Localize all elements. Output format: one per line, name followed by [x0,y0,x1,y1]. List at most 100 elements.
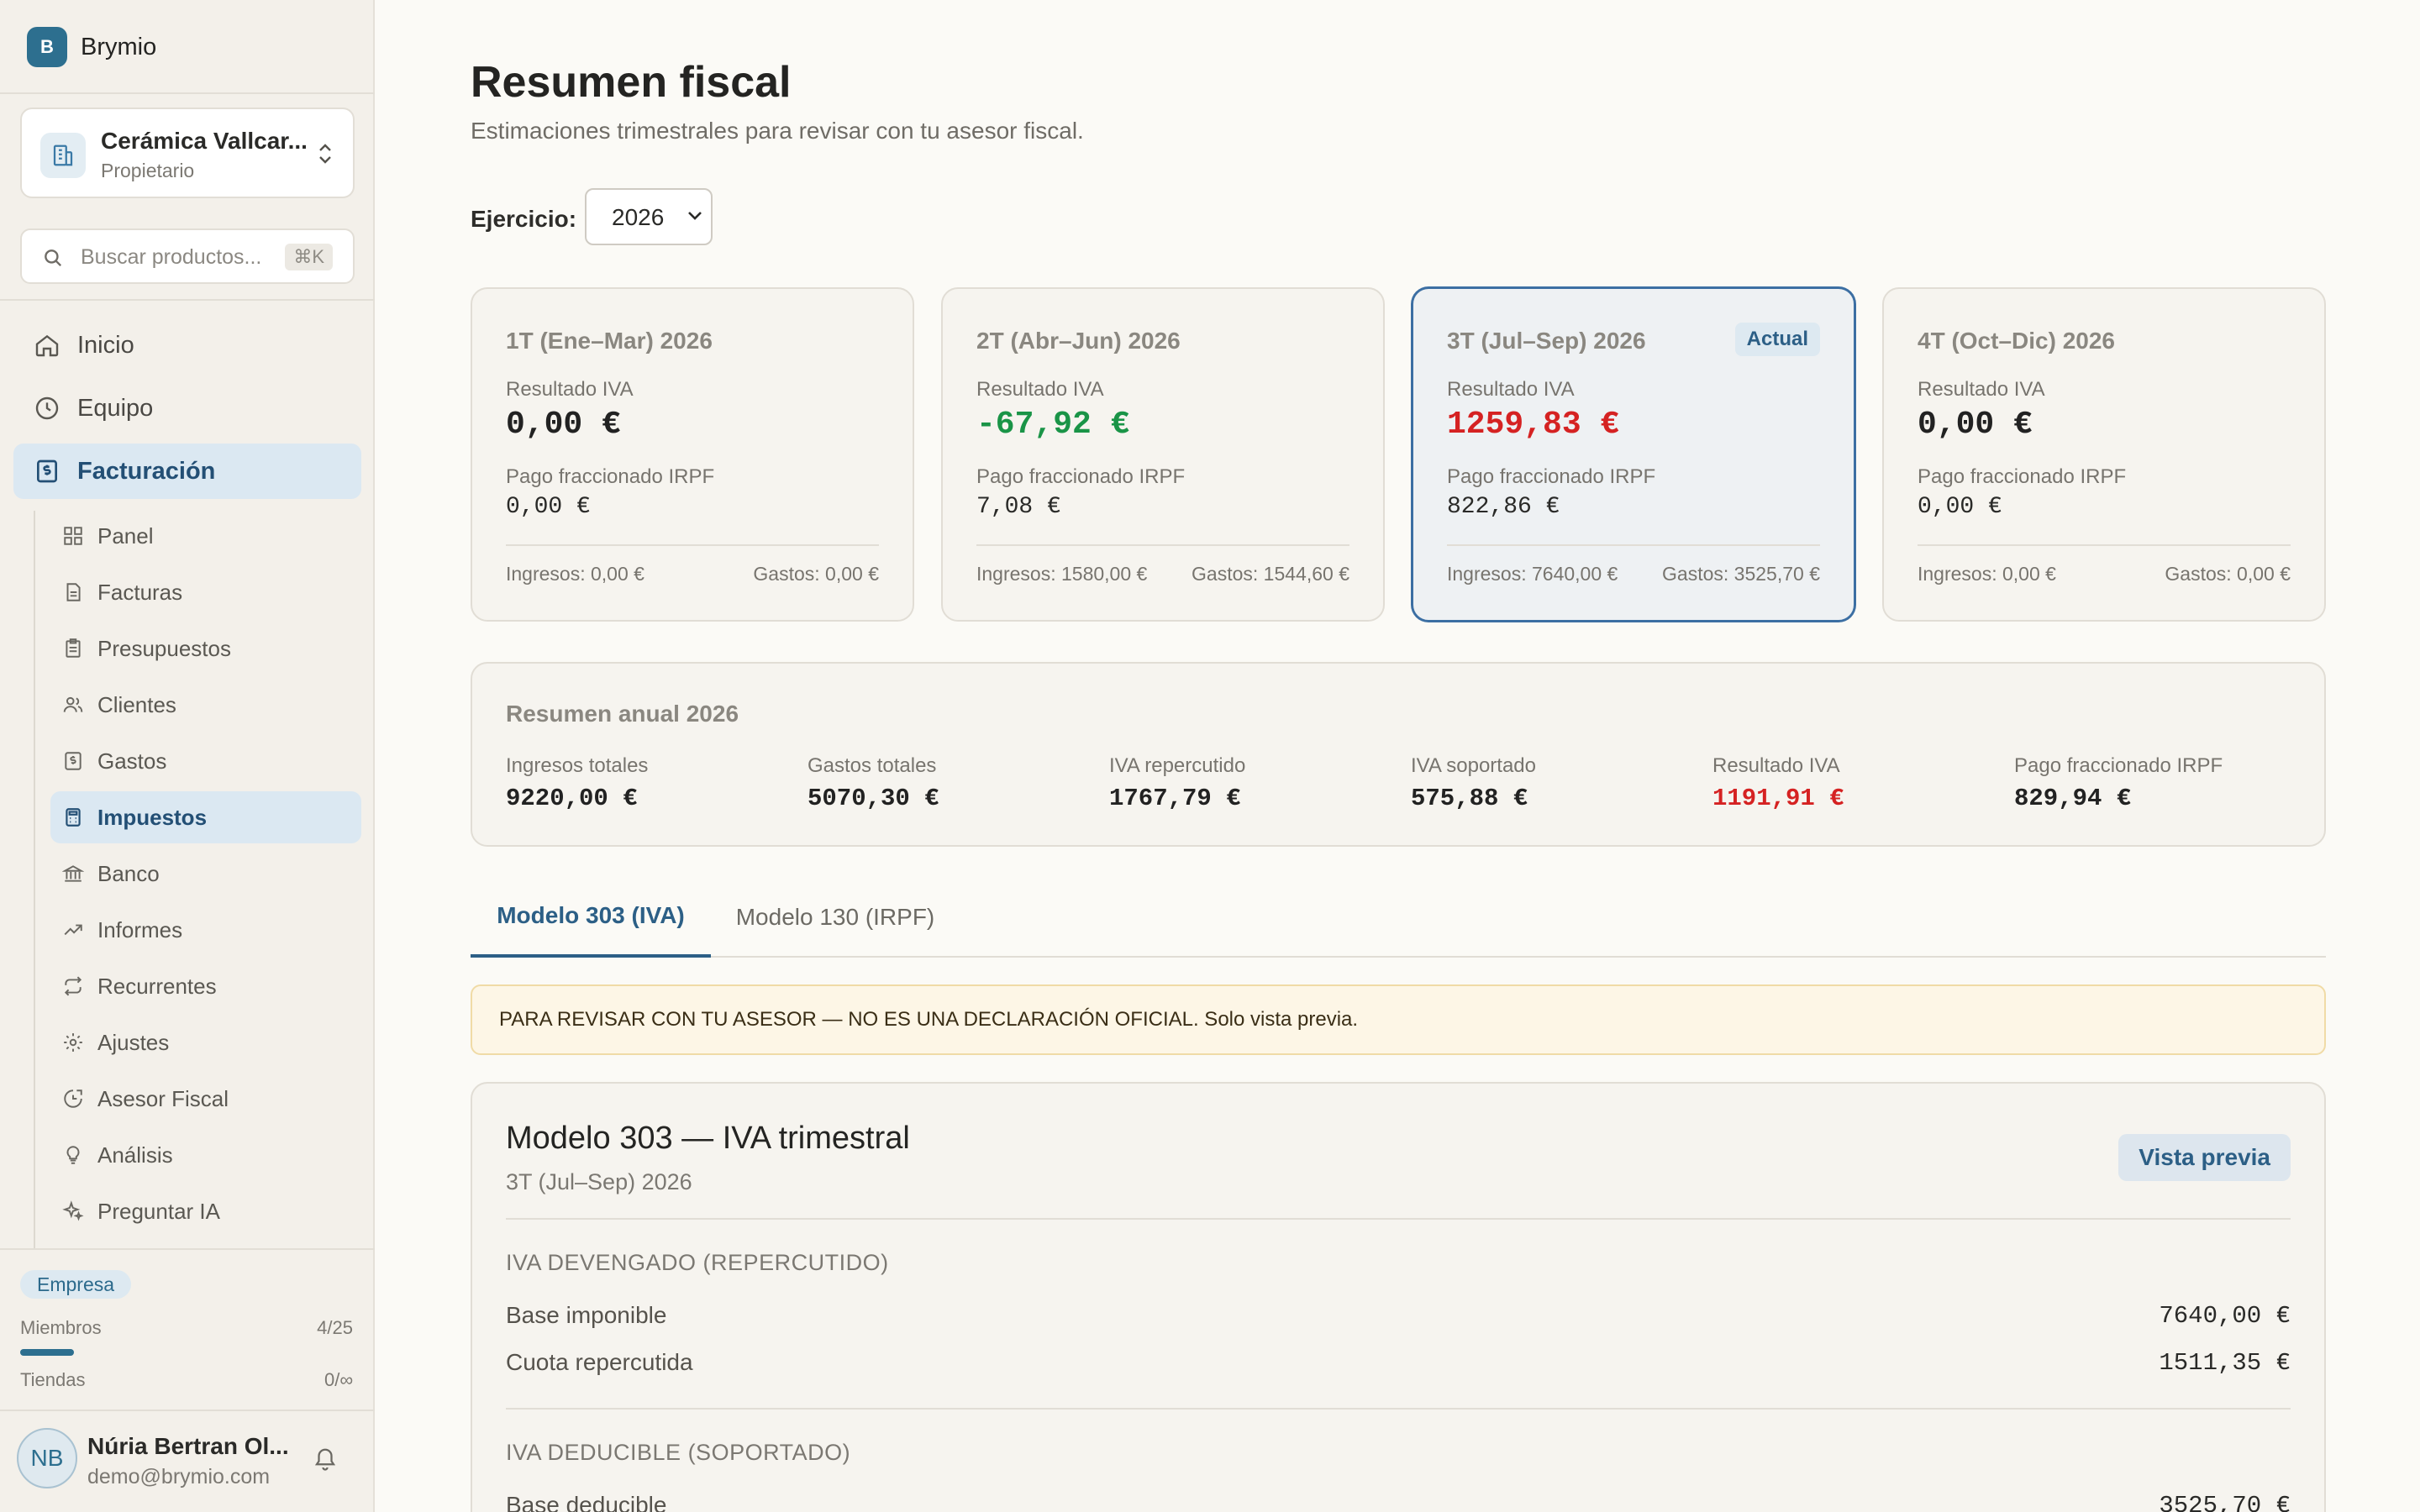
plan-badge: Empresa [20,1270,132,1299]
summary-label: IVA soportado [1411,754,1536,777]
subnav-analisis[interactable]: Análisis [50,1129,361,1181]
summary-label: Ingresos totales [506,754,649,777]
subnav-label: Presupuestos [97,635,231,661]
quarter-card-q3[interactable]: 3T (Jul–Sep) 2026 Actual Resultado IVA 1… [1412,287,1855,622]
subnav-label: Impuestos [97,804,208,830]
irpf-value: 822,86 € [1447,494,1560,520]
tab-bar: Modelo 303 (IVA) Modelo 130 (IRPF) [471,877,2326,958]
sidebar: B Brymio Cerámica Vallcar... Propietario… [0,0,375,1512]
subnav-label: Análisis [97,1142,173,1168]
summary-label: IVA repercutido [1109,754,1246,777]
summary-item-irpf: Pago fraccionado IRPF 829,94 € [2014,754,2223,812]
brand[interactable]: B Brymio [27,27,156,67]
org-switcher[interactable]: Cerámica Vallcar... Propietario [20,108,355,198]
current-badge: Actual [1734,323,1820,356]
nav-item-equipo[interactable]: Equipo [13,381,361,436]
nav-item-inicio[interactable]: Inicio [13,318,361,373]
iva-label: Resultado IVA [976,378,1104,401]
subnav-label: Banco [97,860,160,886]
summary-label: Gastos totales [808,754,937,777]
income-text: Ingresos: 0,00 € [506,563,644,585]
base-deducible-value: 3525,70 € [2159,1492,2291,1512]
members-label: Miembros [20,1317,102,1338]
section-devengado: IVA DEVENGADO (REPERCUTIDO) [506,1250,889,1275]
iva-label: Resultado IVA [1447,378,1575,401]
cuota-repercutida-value: 1511,35 € [2159,1349,2291,1377]
members-progress [20,1349,74,1356]
submenu-line [34,511,35,1250]
iva-value: -67,92 € [976,407,1130,443]
quarter-card-q2[interactable]: 2T (Abr–Jun) 2026 Resultado IVA -67,92 €… [941,287,1385,622]
subnav-asesor-fiscal[interactable]: Asesor Fiscal [50,1073,361,1125]
tab-modelo-130[interactable]: Modelo 130 (IRPF) [711,877,960,958]
summary-item-iva-soportado: IVA soportado 575,88 € [1411,754,1536,812]
year-select[interactable]: 2026 [585,188,713,245]
repeat-icon [62,975,84,997]
receipt-icon [62,750,84,772]
base-deducible-label: Base deducible [506,1492,667,1512]
subnav-informes[interactable]: Informes [50,904,361,956]
income-text: Ingresos: 1580,00 € [976,563,1148,585]
subnav-label: Informes [97,916,183,942]
subnav-impuestos[interactable]: Impuestos [50,791,361,843]
year-label: Ejercicio: [471,206,577,232]
divider [506,1408,2291,1410]
divider [506,544,879,546]
preview-button[interactable]: Vista previa [2118,1134,2291,1181]
subnav-clientes[interactable]: Clientes [50,679,361,731]
invoice-icon [34,458,60,485]
iva-label: Resultado IVA [1918,378,2045,401]
summary-value: 9220,00 € [506,785,638,812]
summary-item-income: Ingresos totales 9220,00 € [506,754,648,812]
summary-value: 575,88 € [1411,785,1528,812]
subnav-panel[interactable]: Panel [50,510,361,562]
page-title: Resumen fiscal [471,58,792,107]
shortcut-hint: ⌘K [285,244,333,270]
quarter-card-q1[interactable]: 1T (Ene–Mar) 2026 Resultado IVA 0,00 € P… [471,287,914,622]
subnav-label: Preguntar IA [97,1198,220,1224]
subnav-label: Clientes [97,691,176,717]
nav-label: Inicio [77,331,134,359]
user-email: demo@brymio.com [87,1465,271,1488]
bell-icon[interactable] [313,1445,338,1473]
iva-value: 0,00 € [506,407,621,443]
iva-value: 1259,83 € [1447,407,1620,443]
modelo-303-card: Modelo 303 — IVA trimestral 3T (Jul–Sep)… [471,1082,2326,1512]
divider [506,1218,2291,1220]
nav-item-facturacion[interactable]: Facturación [13,444,361,499]
income-text: Ingresos: 0,00 € [1918,563,2056,585]
org-role: Propietario [101,160,195,181]
search-input[interactable]: Buscar productos... ⌘K [20,228,355,284]
expenses-text: Gastos: 0,00 € [2165,563,2291,585]
page-subtitle: Estimaciones trimestrales para revisar c… [471,118,1084,144]
home-icon [34,332,60,359]
cuota-repercutida-label: Cuota repercutida [506,1349,693,1375]
lightbulb-icon [62,1144,84,1166]
tab-modelo-303[interactable]: Modelo 303 (IVA) [471,877,711,958]
org-name: Cerámica Vallcar... [101,128,308,154]
user-name: Núria Bertran Ol... [87,1433,289,1459]
preview-warning: PARA REVISAR CON TU ASESOR — NO ES UNA D… [471,984,2326,1055]
subnav-banco[interactable]: Banco [50,848,361,900]
irpf-value: 0,00 € [1918,494,2002,520]
divider [1918,544,2291,546]
quarter-title: 2T (Abr–Jun) 2026 [976,328,1181,354]
subnav-facturas[interactable]: Facturas [50,566,361,618]
irpf-label: Pago fraccionado IRPF [1918,465,2127,488]
subnav-preguntar-ia[interactable]: Preguntar IA [50,1185,361,1237]
user-menu[interactable]: NB Núria Bertran Ol... demo@brymio.com [0,1411,375,1512]
subnav-label: Recurrentes [97,973,217,999]
quarter-card-q4[interactable]: 4T (Oct–Dic) 2026 Resultado IVA 0,00 € P… [1882,287,2326,622]
subnav-recurrentes[interactable]: Recurrentes [50,960,361,1012]
base-imponible-label: Base imponible [506,1302,667,1328]
divider [0,299,375,301]
subnav-ajustes[interactable]: Ajustes [50,1016,361,1068]
summary-value: 1767,79 € [1109,785,1241,812]
summary-item-iva-repercutido: IVA repercutido 1767,79 € [1109,754,1245,812]
bank-icon [62,863,84,885]
irpf-label: Pago fraccionado IRPF [1447,465,1656,488]
subnav-presupuestos[interactable]: Presupuestos [50,622,361,675]
irpf-value: 7,08 € [976,494,1061,520]
annual-summary: Resumen anual 2026 Ingresos totales 9220… [471,662,2326,847]
subnav-gastos[interactable]: Gastos [50,735,361,787]
